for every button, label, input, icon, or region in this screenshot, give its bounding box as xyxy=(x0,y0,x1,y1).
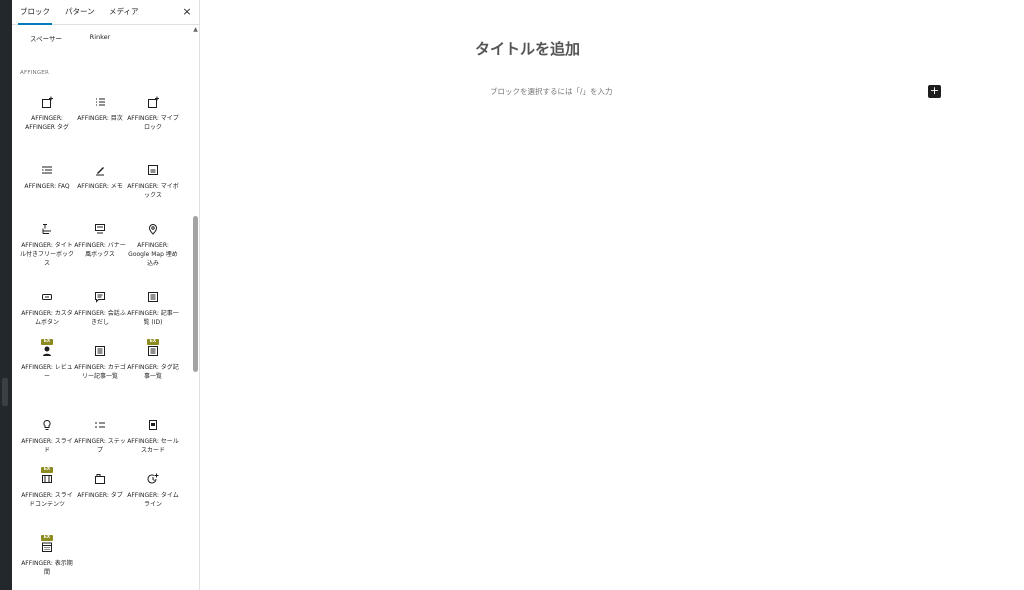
tag-block-icon xyxy=(41,96,53,108)
banner-icon xyxy=(94,223,106,235)
inserter-tabs: ブロック パターン メディア × xyxy=(12,0,200,25)
slide-content-icon xyxy=(41,473,53,485)
block-item-label: AFFINGER: AFFINGER タグ xyxy=(25,115,69,131)
speech-bubble-icon xyxy=(94,291,106,303)
list-icon xyxy=(94,96,106,108)
calendar-icon xyxy=(41,541,53,553)
button-icon xyxy=(41,291,53,303)
tab-blocks[interactable]: ブロック xyxy=(18,0,52,25)
post-list-icon xyxy=(147,291,159,303)
section-heading-affinger: AFFINGER xyxy=(20,70,49,76)
post-title-input[interactable]: タイトルを追加 xyxy=(475,38,580,59)
block-item-label: AFFINGER: マイブロック xyxy=(127,115,179,131)
tab-media[interactable]: メディア xyxy=(109,0,138,24)
default-block-placeholder[interactable]: ブロックを選択するには「/」を入力 xyxy=(490,86,613,97)
tag-list-icon xyxy=(147,345,159,357)
block-item-label: AFFINGER: カスタムボタン xyxy=(21,310,73,326)
block-item-label: AFFINGER: ステップ xyxy=(74,438,126,454)
block-item-label: AFFINGER: カテゴリー記事一覧 xyxy=(74,364,126,380)
block-item-label: AFFINGER: 表示期間 xyxy=(21,560,73,576)
close-inserter-button[interactable]: × xyxy=(179,4,195,20)
block-item-label: AFFINGER: メモ xyxy=(77,183,123,190)
titled-box-icon xyxy=(41,223,53,235)
pen-icon xyxy=(94,164,106,176)
lightbulb-icon xyxy=(41,419,53,431)
myblock-icon xyxy=(147,96,159,108)
box-icon xyxy=(147,164,159,176)
block-item-label: AFFINGER: FAQ xyxy=(24,183,70,190)
admin-sidebar-strip xyxy=(0,0,12,590)
block-item-label: AFFINGER: バナー風ボックス xyxy=(74,242,126,258)
block-item-label: AFFINGER: スライドコンテンツ xyxy=(21,492,73,508)
block-item-rinker[interactable]: Rinker xyxy=(70,33,130,41)
scroll-up-arrow-icon[interactable]: ▲ xyxy=(192,27,199,33)
block-item-label: AFFINGER: Google Map 埋め込み xyxy=(128,242,178,267)
block-inserter-panel: ブロック パターン メディア × スペーサー Rinker AFFINGER A… xyxy=(12,0,200,590)
faq-icon xyxy=(41,164,53,176)
block-item-label: AFFINGER: タイムライン xyxy=(127,492,179,508)
block-item-label: AFFINGER: 会話ふきだし xyxy=(74,310,126,326)
block-item-label: AFFINGER: セールスカード xyxy=(127,438,179,454)
tab-icon xyxy=(94,473,106,485)
block-item-spacer[interactable]: スペーサー xyxy=(16,33,76,43)
review-icon xyxy=(41,345,53,357)
category-list-icon xyxy=(94,345,106,357)
scrollbar-thumb[interactable] xyxy=(193,216,198,372)
block-item-label: AFFINGER: 目次 xyxy=(77,115,123,122)
block-item-label: AFFINGER: マイボックス xyxy=(127,183,179,199)
block-item-label: AFFINGER: 記事一覧 (ID) xyxy=(127,310,179,326)
steps-icon xyxy=(94,419,106,431)
block-item-label: AFFINGER: タグ記事一覧 xyxy=(127,364,179,380)
block-item-label: AFFINGER: タイトル付きフリーボックス xyxy=(20,242,75,267)
tab-patterns[interactable]: パターン xyxy=(65,0,95,24)
block-item-label: AFFINGER: レビュー xyxy=(21,364,73,380)
inserter-block-list[interactable]: スペーサー Rinker AFFINGER AFFINGER: AFFINGER… xyxy=(12,25,200,590)
editor-canvas: タイトルを追加 ブロックを選択するには「/」を入力 + xyxy=(200,0,1024,590)
block-item-label: AFFINGER: スライド xyxy=(21,438,73,454)
sidebar-collapse-handle[interactable] xyxy=(2,378,8,406)
block-item-label: AFFINGER: タブ xyxy=(77,492,123,499)
sales-card-icon xyxy=(147,419,159,431)
inserter-scrollbar[interactable]: ▲ xyxy=(192,25,199,590)
timeline-icon xyxy=(147,473,159,485)
add-block-button[interactable]: + xyxy=(928,85,941,98)
map-pin-icon xyxy=(147,223,159,235)
